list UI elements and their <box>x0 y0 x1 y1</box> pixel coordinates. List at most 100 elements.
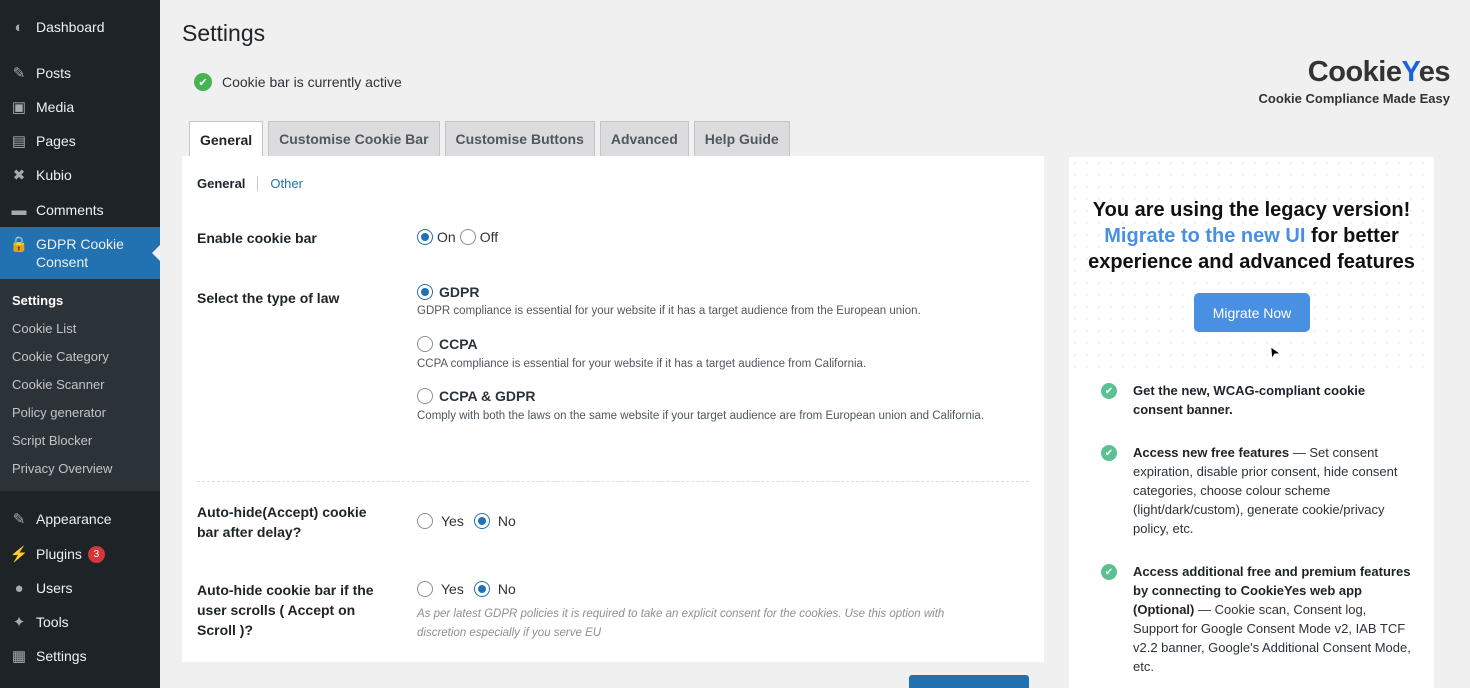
menu-label: Tools <box>36 614 69 630</box>
law-ccpa-option: CCPA <box>417 336 482 352</box>
menu-posts[interactable]: ✎ Posts <box>0 56 160 90</box>
scroll-no-radio[interactable] <box>473 581 490 597</box>
menu-label: Posts <box>36 65 72 81</box>
autohide-no-radio[interactable] <box>473 513 490 529</box>
submenu-cookie-list[interactable]: Cookie List <box>12 321 76 336</box>
menu-label: Kubio <box>36 167 72 183</box>
menu-dashboard[interactable]: ◐ Dashboard <box>0 10 160 44</box>
tab-general[interactable]: General <box>189 121 264 157</box>
submenu-script-blocker[interactable]: Script Blocker <box>12 433 92 448</box>
subtab-general[interactable]: General <box>197 176 259 191</box>
page-title: Settings <box>182 20 266 46</box>
current-menu-arrow <box>152 245 160 261</box>
menu-media[interactable]: ▣ Media <box>0 90 160 124</box>
tab-customise-cookie-bar[interactable]: Customise Cookie Bar <box>268 121 440 156</box>
enable-cookie-bar-options: On Off <box>417 229 502 245</box>
gdpr-submenu: Settings Cookie List Cookie Category Coo… <box>0 279 160 491</box>
law-both-label: CCPA & GDPR <box>439 388 536 404</box>
promo-line-1: You are using the legacy version! <box>1092 199 1411 221</box>
law-gdpr-radio[interactable] <box>417 284 433 300</box>
enable-off-label: Off <box>479 229 499 245</box>
menu-appearance[interactable]: ✎ Appearance <box>0 502 160 536</box>
admin-sidebar: ◐ Dashboard ✎ Posts ▣ Media ▤ Pages ✖ Kubio ▬… <box>0 0 160 688</box>
migrate-now-button[interactable]: Migrate Now <box>1194 293 1310 332</box>
menu-tools[interactable]: ✦ Tools <box>0 605 160 639</box>
section-divider <box>197 481 1029 482</box>
status-text: Cookie bar is currently active <box>222 74 402 90</box>
menu-label: Media <box>36 99 75 115</box>
promo-line-2: for better <box>1305 225 1399 247</box>
law-gdpr-option: GDPR <box>417 284 483 300</box>
feature-item: ✔ Get the new, WCAG-compliant cookie con… <box>1101 381 1411 419</box>
law-gdpr-description: GDPR compliance is essential for your we… <box>417 305 921 317</box>
scroll-yes-radio[interactable] <box>417 581 433 597</box>
menu-plugins[interactable]: ⚡ Plugins 3 <box>0 537 160 571</box>
law-ccpa-label: CCPA <box>439 336 478 352</box>
law-both-description: Comply with both the laws on the same we… <box>417 410 985 422</box>
menu-label: Settings <box>36 648 87 664</box>
plugins-update-badge: 3 <box>87 545 105 563</box>
autohide-no-label: No <box>497 513 516 529</box>
tab-customise-buttons[interactable]: Customise Buttons <box>444 121 595 156</box>
kubio-icon: ✖ <box>12 167 26 184</box>
autohide-delay-options: Yes No <box>417 513 520 529</box>
enable-off-radio[interactable] <box>459 229 476 245</box>
brush-icon: ✎ <box>12 511 26 528</box>
law-both-radio[interactable] <box>417 388 433 404</box>
settings-panel: General Other Enable cookie bar On Off S… <box>182 156 1044 662</box>
media-icon: ▣ <box>11 99 27 116</box>
menu-pages[interactable]: ▤ Pages <box>0 124 160 158</box>
menu-kubio[interactable]: ✖ Kubio <box>0 158 160 192</box>
autohide-delay-label: Auto-hide(Accept) cookie bar after delay… <box>197 504 367 540</box>
menu-label: Appearance <box>36 511 112 527</box>
check-circle-icon: ✔ <box>1101 445 1117 461</box>
autohide-scroll-options: Yes No <box>417 581 520 597</box>
menu-label: Comments <box>36 202 104 218</box>
tab-help-guide[interactable]: Help Guide <box>693 121 790 156</box>
law-type-label: Select the type of law <box>197 290 340 306</box>
scroll-no-label: No <box>497 581 516 597</box>
enable-on-radio[interactable] <box>417 229 433 245</box>
menu-label: Dashboard <box>36 19 105 35</box>
user-icon: ● <box>14 579 24 597</box>
menu-settings[interactable]: ▦ Settings <box>0 639 160 673</box>
promo-heading: You are using the legacy version! Migrat… <box>1069 197 1434 275</box>
plugins-icon: ⚡ <box>9 546 29 563</box>
cookieyes-logo: CookieYes Cookie Compliance Made Easy <box>1258 56 1451 106</box>
feature-text: Access new free features — Set consent e… <box>1133 445 1398 536</box>
update-settings-button[interactable] <box>909 675 1029 688</box>
pin-icon: ✎ <box>12 65 26 82</box>
menu-label: Plugins <box>36 546 82 562</box>
autohide-yes-radio[interactable] <box>417 513 433 529</box>
logo-wordmark: CookieYes <box>1307 56 1451 88</box>
tab-advanced[interactable]: Advanced <box>599 121 689 156</box>
enable-on-label: On <box>437 229 456 245</box>
feature-item: ✔ Access additional free and premium fea… <box>1101 562 1411 676</box>
check-circle-icon: ✔ <box>1101 564 1117 580</box>
submenu-settings[interactable]: Settings <box>12 293 63 308</box>
feature-text: Access additional free and premium featu… <box>1133 564 1411 674</box>
submenu-cookie-scanner[interactable]: Cookie Scanner <box>12 377 105 392</box>
submenu-privacy-overview[interactable]: Privacy Overview <box>12 461 112 476</box>
subtab-other[interactable]: Other <box>258 176 303 191</box>
migrate-link[interactable]: Migrate to the new UI <box>1104 225 1305 247</box>
lock-icon: 🔒 <box>9 236 29 253</box>
comments-icon: ▬ <box>11 201 27 219</box>
logo-tagline: Cookie Compliance Made Easy <box>1258 91 1450 106</box>
law-ccpa-radio[interactable] <box>417 336 433 352</box>
menu-users[interactable]: ● Users <box>0 571 160 605</box>
dashboard-icon: ◐ <box>14 18 24 36</box>
submenu-cookie-category[interactable]: Cookie Category <box>12 349 109 364</box>
menu-gdpr-cookie-consent[interactable]: 🔒 GDPR Cookie Consent <box>0 227 160 279</box>
submenu-policy-generator[interactable]: Policy generator <box>12 405 106 420</box>
subtab-nav: General Other <box>197 176 303 191</box>
migration-promo-card: You are using the legacy version! Migrat… <box>1069 157 1434 688</box>
status-notice: ✔ Cookie bar is currently active <box>194 73 402 91</box>
law-both-option: CCPA & GDPR <box>417 388 539 404</box>
enable-cookie-bar-label: Enable cookie bar <box>197 230 317 246</box>
menu-comments[interactable]: ▬ Comments <box>0 193 160 227</box>
menu-label: Pages <box>36 133 76 149</box>
scroll-description: As per latest GDPR policies it is requir… <box>417 608 945 639</box>
autohide-yes-label: Yes <box>441 513 464 529</box>
promo-line-3: experience and advanced features <box>1088 251 1415 273</box>
